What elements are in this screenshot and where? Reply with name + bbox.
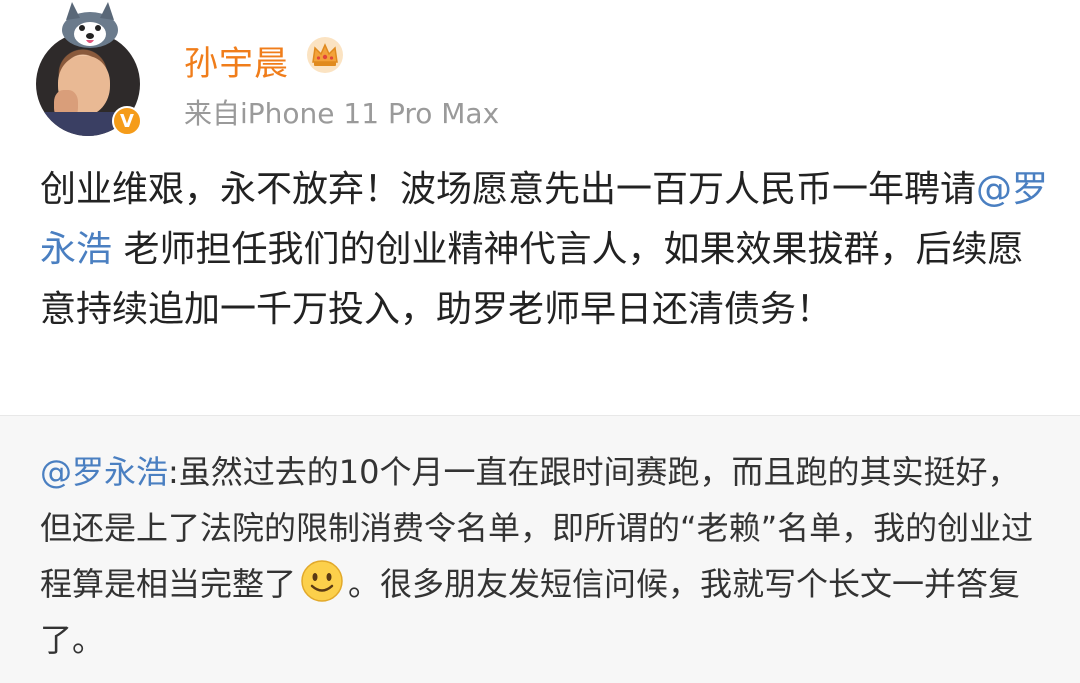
post-text-part2: 老师担任我们的创业精神代言人，如果效果拔群，后续愿意持续追加一千万投入，助罗老师…: [40, 229, 1024, 330]
author-avatar[interactable]: V: [36, 2, 148, 136]
author-name[interactable]: 孙宇晨: [184, 36, 289, 85]
repost-body: @罗永浩:虽然过去的10个月一直在跟时间赛跑，而且跑的其实挺好，但还是上了法院的…: [40, 444, 1040, 668]
post-text-part1: 创业维艰，永不放弃！波场愿意先出一百万人民币一年聘请: [40, 169, 977, 210]
reposted-content[interactable]: @罗永浩:虽然过去的10个月一直在跟时间赛跑，而且跑的其实挺好，但还是上了法院的…: [0, 415, 1080, 683]
weibo-post: V 孙宇晨 来自iPhone 11 Pro Max 创业维艰，永不放弃！波场愿意…: [0, 0, 1080, 415]
repost-mention-link[interactable]: @罗永浩: [40, 453, 168, 491]
crown-icon: [307, 37, 343, 73]
smile-emoji-icon: [301, 560, 343, 602]
verified-badge-icon: V: [112, 106, 142, 136]
post-body: 创业维艰，永不放弃！波场愿意先出一百万人民币一年聘请@罗永浩 老师担任我们的创业…: [40, 160, 1050, 340]
husky-hat-icon: [62, 2, 118, 48]
post-source: 来自iPhone 11 Pro Max: [184, 97, 500, 130]
